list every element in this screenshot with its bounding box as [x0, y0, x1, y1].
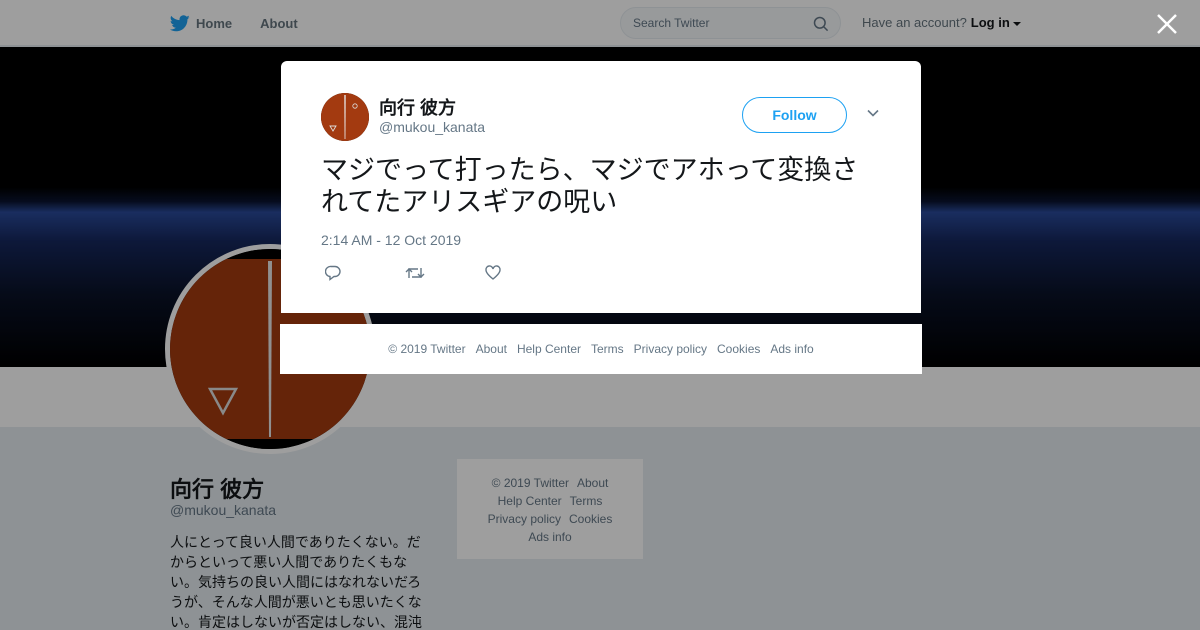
tweet-modal: 向行 彼方 @mukou_kanata Follow マジでって打ったら、マジで… [281, 61, 921, 313]
retweet-icon [405, 268, 425, 278]
tweet-timestamp[interactable]: 2:14 AM - 12 Oct 2019 [321, 232, 461, 248]
retweet-button[interactable] [405, 265, 485, 286]
tweet-author-avatar[interactable] [321, 93, 369, 141]
chevron-down-icon[interactable] [866, 108, 880, 118]
close-icon[interactable] [1155, 12, 1179, 36]
tweet-author-handle[interactable]: @mukou_kanata [379, 119, 485, 135]
follow-button[interactable]: Follow [742, 97, 847, 133]
modal-footer-about[interactable]: About [476, 342, 507, 356]
tweet-actions [324, 265, 565, 286]
avatar-image [321, 93, 369, 141]
modal-footer-help[interactable]: Help Center [517, 342, 581, 356]
modal-footer: © 2019 Twitter About Help Center Terms P… [280, 324, 922, 374]
tweet-text: マジでって打ったら、マジでアホって変換されてたアリスギアの呪い [321, 155, 859, 217]
modal-footer-ads[interactable]: Ads info [770, 342, 813, 356]
reply-button[interactable] [324, 265, 405, 286]
reply-icon [324, 265, 341, 281]
tweet-author-name[interactable]: 向行 彼方 [379, 94, 456, 120]
modal-footer-terms[interactable]: Terms [591, 342, 624, 356]
modal-footer-copyright: © 2019 Twitter [388, 342, 466, 356]
heart-icon [485, 265, 501, 280]
modal-footer-cookies[interactable]: Cookies [717, 342, 760, 356]
modal-footer-privacy[interactable]: Privacy policy [634, 342, 707, 356]
like-button[interactable] [485, 265, 565, 286]
